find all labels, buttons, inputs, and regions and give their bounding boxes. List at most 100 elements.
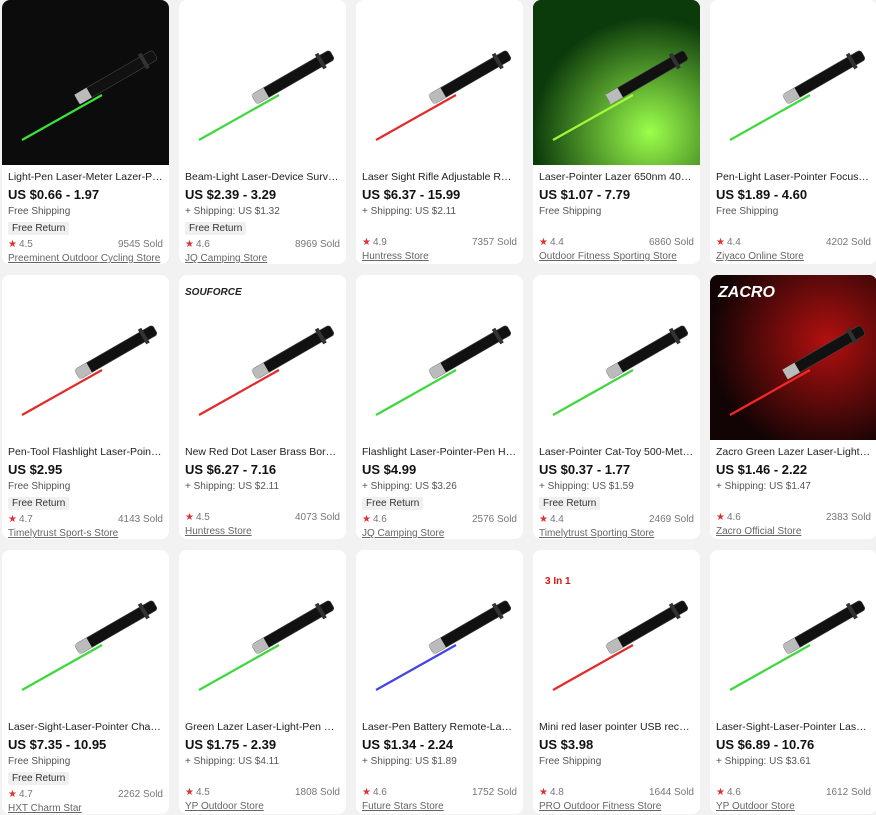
product-info: Laser-Pen Battery Remote-Lazer P... US $1… [356, 715, 523, 813]
store-link[interactable]: YP Outdoor Store [185, 800, 340, 813]
product-image[interactable] [179, 0, 346, 165]
store-link[interactable]: PRO Outdoor Fitness Store [539, 800, 694, 813]
rating-value: 4.4 [549, 237, 564, 248]
product-image[interactable] [710, 0, 876, 165]
shipping-info: + Shipping: US $3.26 [362, 481, 457, 492]
shipping-info: + Shipping: US $2.11 [185, 481, 280, 492]
product-title[interactable]: Laser-Pen Battery Remote-Lazer P... [362, 720, 517, 735]
product-title[interactable]: Laser Sight Rifle Adjustable Red Do... [362, 170, 517, 185]
badge-spacer [185, 768, 340, 784]
product-card[interactable]: Pen-Tool Flashlight Laser-Pointer-... US … [2, 275, 169, 539]
store-link[interactable]: Timelytrust Sporting Store [539, 527, 694, 539]
store-link[interactable]: YP Outdoor Store [716, 800, 871, 813]
star-icon: ★ [8, 514, 17, 525]
store-link[interactable]: Preeminent Outdoor Cycling Store [8, 252, 163, 264]
product-info: Laser Sight Rifle Adjustable Red Do... US… [356, 165, 523, 263]
sold-count: 2576 Sold [471, 514, 517, 525]
product-title[interactable]: Mini red laser pointer USB recharg... [539, 720, 694, 735]
product-info: Zacro Green Lazer Laser-Light-Pen... US $… [710, 440, 876, 538]
product-title[interactable]: Laser-Pointer Lazer 650nm 405nm... [539, 170, 694, 185]
product-info: Mini red laser pointer USB recharg... US … [533, 715, 700, 813]
product-image[interactable] [356, 550, 523, 715]
product-price: US $6.37 - 15.99 [362, 187, 461, 202]
rating: ★ 4.4 [716, 237, 741, 248]
product-image[interactable] [2, 0, 169, 165]
product-title[interactable]: New Red Dot Laser Brass Boresigh... [185, 445, 340, 460]
product-title[interactable]: Light-Pen Laser-Meter Lazer-Point... [8, 170, 163, 185]
product-card[interactable]: Laser-Pointer Cat-Toy 500-Meters ... US $… [533, 275, 700, 539]
shipping-info: Free Shipping [8, 206, 71, 217]
product-price: US $2.39 - 3.29 [185, 187, 277, 202]
product-card[interactable]: Laser-Pointer Lazer 650nm 405nm... US $1.… [533, 0, 700, 264]
product-card[interactable]: Flashlight Laser-Pointer-Pen Hunti... US … [356, 275, 523, 539]
store-link[interactable]: Ziyaco Online Store [716, 250, 871, 263]
product-title[interactable]: Pen-Light Laser-Pointer Focus-Laz... [716, 170, 871, 185]
product-price: US $6.89 - 10.76 [716, 737, 815, 752]
store-link[interactable]: Outdoor Fitness Sporting Store [539, 250, 694, 263]
shipping-info: Free Shipping [539, 756, 602, 767]
product-card[interactable]: SOUFORCE New Red Dot Laser Brass Boresigh… [179, 275, 346, 539]
store-link[interactable]: Huntress Store [362, 250, 517, 263]
product-card[interactable]: Beam-Light Laser-Device Survival-... US $… [179, 0, 346, 264]
product-image[interactable] [2, 275, 169, 440]
product-image[interactable]: 3 In 1 [533, 550, 700, 715]
product-info: Beam-Light Laser-Device Survival-... US $… [179, 165, 346, 264]
store-link[interactable]: JQ Camping Store [362, 527, 517, 539]
star-icon: ★ [8, 789, 17, 800]
rating-value: 4.4 [726, 237, 741, 248]
product-title[interactable]: Green Lazer Laser-Light-Pen Laser... [185, 720, 340, 735]
product-title[interactable]: Zacro Green Lazer Laser-Light-Pen... [716, 445, 871, 460]
product-card[interactable]: ZACRO Zacro Green Lazer Laser-Light-Pen..… [710, 275, 876, 539]
product-title[interactable]: Beam-Light Laser-Device Survival-... [185, 170, 340, 185]
sold-count: 2262 Sold [117, 789, 163, 800]
badge-spacer [539, 218, 694, 234]
store-link[interactable]: Future Stars Store [362, 800, 517, 813]
product-title[interactable]: Flashlight Laser-Pointer-Pen Hunti... [362, 445, 517, 460]
rating-value: 4.6 [726, 512, 741, 523]
product-title[interactable]: Laser-Sight-Laser-Pointer Charger ... [8, 720, 163, 735]
product-image[interactable]: SOUFORCE [179, 275, 346, 440]
product-image[interactable] [356, 0, 523, 165]
shipping-info: + Shipping: US $1.89 [362, 756, 457, 767]
product-price: US $1.34 - 2.24 [362, 737, 454, 752]
store-link[interactable]: JQ Camping Store [185, 252, 340, 264]
product-image[interactable] [2, 550, 169, 715]
store-link[interactable]: Timelytrust Sport-s Store [8, 527, 163, 539]
sold-count: 2469 Sold [648, 514, 694, 525]
rating-row: ★ 4.6 8969 Sold [185, 239, 340, 250]
rating-row: ★ 4.4 4202 Sold [716, 237, 871, 248]
store-link[interactable]: Huntress Store [185, 525, 340, 538]
star-icon: ★ [716, 237, 725, 248]
rating-value: 4.9 [372, 237, 387, 248]
product-image[interactable]: ZACRO [710, 275, 876, 440]
rating-row: ★ 4.4 2469 Sold [539, 514, 694, 525]
product-card[interactable]: Light-Pen Laser-Meter Lazer-Point... US $… [2, 0, 169, 264]
product-card[interactable]: Laser-Sight-Laser-Pointer Laser-Pe... US … [710, 550, 876, 814]
product-title[interactable]: Laser-Pointer Cat-Toy 500-Meters ... [539, 445, 694, 460]
product-title[interactable]: Laser-Sight-Laser-Pointer Laser-Pe... [716, 720, 871, 735]
star-icon: ★ [185, 787, 194, 798]
sold-count: 1752 Sold [471, 787, 517, 798]
product-image[interactable] [179, 550, 346, 715]
product-card[interactable]: Green Lazer Laser-Light-Pen Laser... US $… [179, 550, 346, 814]
star-icon: ★ [539, 237, 548, 248]
product-image[interactable] [533, 275, 700, 440]
store-link[interactable]: Zacro Official Store [716, 525, 871, 538]
star-icon: ★ [539, 787, 548, 798]
product-price: US $1.75 - 2.39 [185, 737, 277, 752]
star-icon: ★ [539, 514, 548, 525]
sold-count: 4202 Sold [825, 237, 871, 248]
product-card[interactable]: 3 In 1 Mini red laser pointer USB recharg… [533, 550, 700, 814]
product-card[interactable]: Laser-Sight-Laser-Pointer Charger ... US … [2, 550, 169, 814]
store-link[interactable]: HXT Charm Star [8, 802, 163, 814]
product-image[interactable] [710, 550, 876, 715]
product-title[interactable]: Pen-Tool Flashlight Laser-Pointer-... [8, 445, 163, 460]
product-price: US $6.27 - 7.16 [185, 462, 277, 477]
product-image[interactable] [356, 275, 523, 440]
product-image[interactable] [533, 0, 700, 165]
product-card[interactable]: Pen-Light Laser-Pointer Focus-Laz... US $… [710, 0, 876, 264]
product-card[interactable]: Laser Sight Rifle Adjustable Red Do... US… [356, 0, 523, 264]
product-card[interactable]: Laser-Pen Battery Remote-Lazer P... US $1… [356, 550, 523, 814]
product-grid: Light-Pen Laser-Meter Lazer-Point... US $… [0, 0, 876, 815]
rating-value: 4.7 [18, 514, 33, 525]
